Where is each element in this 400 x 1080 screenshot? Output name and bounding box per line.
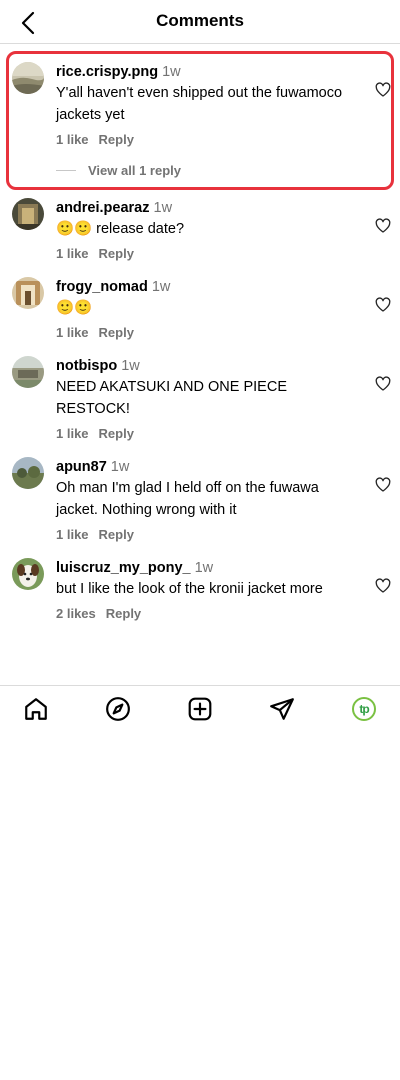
top-bar: Comments xyxy=(0,0,400,44)
comment-time: 1w xyxy=(110,459,130,475)
page-title: Comments xyxy=(156,11,244,30)
create-icon xyxy=(188,697,212,721)
likes-count[interactable]: 2 likes xyxy=(56,606,96,621)
comment-time: 1w xyxy=(121,358,140,374)
comment-text: but I like the look of the kronii jacket… xyxy=(56,581,323,597)
nav-profile-button[interactable]: tp xyxy=(350,695,378,723)
comment-text: NEED AKATSUKI AND ONE PIECE RESTOCK! xyxy=(56,379,287,417)
nav-explore-button[interactable] xyxy=(104,695,132,723)
comment-text: Y'all haven't even shipped out the fuwam… xyxy=(56,85,343,123)
heart-icon[interactable] xyxy=(375,82,391,98)
comment-username[interactable]: frogy_nomad xyxy=(56,279,148,295)
view-replies-label: View all 1 reply xyxy=(88,163,181,178)
comment-text: 🙂🙂 xyxy=(56,300,93,316)
comment-username[interactable]: andrei.pearaz xyxy=(56,200,150,216)
heart-icon[interactable] xyxy=(375,218,391,234)
bottom-nav: tp xyxy=(0,685,400,731)
nav-create-button[interactable] xyxy=(186,695,214,723)
avatar[interactable] xyxy=(12,356,44,388)
reply-button[interactable]: Reply xyxy=(99,325,134,340)
comment-username[interactable]: luiscruz_my_pony_ xyxy=(56,560,191,576)
comment-time: 1w xyxy=(153,200,173,216)
reply-button[interactable]: Reply xyxy=(99,527,134,542)
direct-icon xyxy=(270,698,294,720)
nav-direct-button[interactable] xyxy=(268,695,296,723)
reply-button[interactable]: Reply xyxy=(106,606,141,621)
likes-count[interactable]: 1 like xyxy=(56,527,89,542)
avatar[interactable] xyxy=(12,457,44,489)
likes-count[interactable]: 1 like xyxy=(56,325,89,340)
heart-icon[interactable] xyxy=(375,477,391,493)
reply-button[interactable]: Reply xyxy=(99,132,134,147)
likes-count[interactable]: 1 like xyxy=(56,132,89,147)
comment-time: 1w xyxy=(151,279,171,295)
comment-text: 🙂🙂 release date? xyxy=(56,221,185,237)
heart-icon[interactable] xyxy=(375,376,391,392)
comment-username[interactable]: apun87 xyxy=(56,459,107,475)
comment-text: Oh man I'm glad I held off on the fuwawa… xyxy=(56,480,319,518)
comment-time: 1w xyxy=(194,560,214,576)
home-icon xyxy=(25,698,47,720)
likes-count[interactable]: 1 like xyxy=(56,426,89,441)
replies-divider xyxy=(56,170,76,171)
nav-home-button[interactable] xyxy=(22,695,50,723)
avatar[interactable] xyxy=(12,277,44,309)
comment-username[interactable]: rice.crispy.png xyxy=(56,64,158,80)
comment-username[interactable]: notbispo xyxy=(56,358,117,374)
explore-icon xyxy=(106,697,130,721)
heart-icon[interactable] xyxy=(375,297,391,313)
view-replies-button[interactable]: View all 1 reply xyxy=(56,163,181,178)
avatar[interactable] xyxy=(12,558,44,590)
profile-avatar: tp xyxy=(352,697,376,721)
likes-count[interactable]: 1 like xyxy=(56,246,89,261)
avatar[interactable] xyxy=(12,198,44,230)
reply-button[interactable]: Reply xyxy=(99,426,134,441)
heart-icon[interactable] xyxy=(375,578,391,594)
comment-time: 1w xyxy=(162,64,181,80)
avatar[interactable] xyxy=(12,62,44,94)
reply-button[interactable]: Reply xyxy=(99,246,134,261)
